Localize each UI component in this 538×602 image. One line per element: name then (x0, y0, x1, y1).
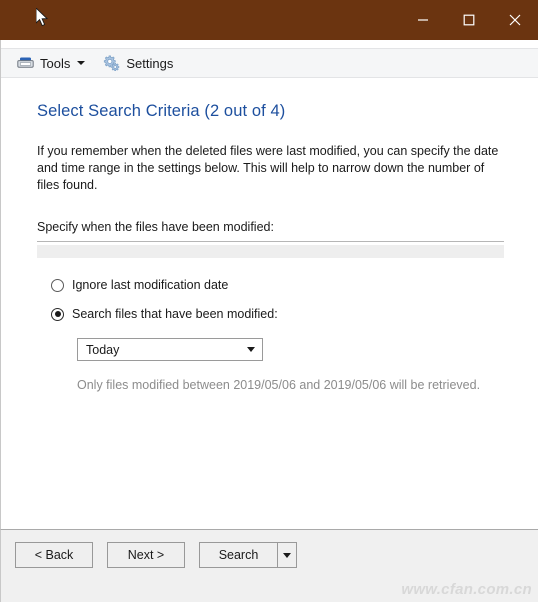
footer-bar: < Back Next > Search www.cfan.com.cn (0, 530, 538, 602)
tools-label: Tools (40, 56, 70, 71)
tools-menu-button[interactable]: Tools (11, 51, 91, 75)
chevron-down-icon (283, 553, 291, 558)
toolbox-icon (17, 56, 34, 70)
wizard-content: Select Search Criteria (2 out of 4) If y… (0, 78, 538, 530)
maximize-icon (463, 14, 475, 26)
date-range-row: Today (37, 338, 504, 361)
search-button[interactable]: Search (199, 542, 277, 568)
title-bar (0, 0, 538, 40)
toolbar-region: Tools Settings (0, 40, 538, 78)
back-button[interactable]: < Back (15, 542, 93, 568)
chevron-down-icon (77, 61, 85, 65)
minimize-icon (417, 14, 429, 26)
watermark: www.cfan.com.cn (401, 581, 532, 598)
settings-menu-button[interactable]: Settings (97, 51, 179, 75)
radio-ignore-indicator[interactable] (51, 279, 64, 292)
close-button[interactable] (492, 0, 538, 40)
radio-option-modified[interactable]: Search files that have been modified: (37, 307, 504, 321)
group-header-band (37, 245, 504, 258)
radio-option-ignore[interactable]: Ignore last modification date (37, 278, 504, 292)
group-label: Specify when the files have been modifie… (37, 220, 504, 234)
gear-icon (103, 55, 120, 71)
minimize-button[interactable] (400, 0, 446, 40)
toolbar: Tools Settings (1, 48, 538, 78)
date-range-select[interactable]: Today (77, 338, 263, 361)
radio-modified-indicator[interactable] (51, 308, 64, 321)
close-icon (509, 14, 521, 26)
settings-label: Settings (126, 56, 173, 71)
group-divider (37, 241, 504, 242)
page-title: Select Search Criteria (2 out of 4) (37, 102, 504, 121)
search-split-button: Search (199, 542, 297, 568)
radio-modified-label: Search files that have been modified: (72, 307, 278, 321)
maximize-button[interactable] (446, 0, 492, 40)
application-window: Tools Settings Select Search C (0, 0, 538, 602)
page-description: If you remember when the deleted files w… (37, 143, 504, 194)
search-dropdown-button[interactable] (277, 542, 297, 568)
date-range-value: Today (86, 343, 119, 357)
date-range-hint: Only files modified between 2019/05/06 a… (37, 378, 504, 392)
title-bar-drag-region[interactable] (0, 0, 400, 40)
next-button[interactable]: Next > (107, 542, 185, 568)
chevron-down-icon (247, 347, 255, 352)
radio-ignore-label: Ignore last modification date (72, 278, 228, 292)
